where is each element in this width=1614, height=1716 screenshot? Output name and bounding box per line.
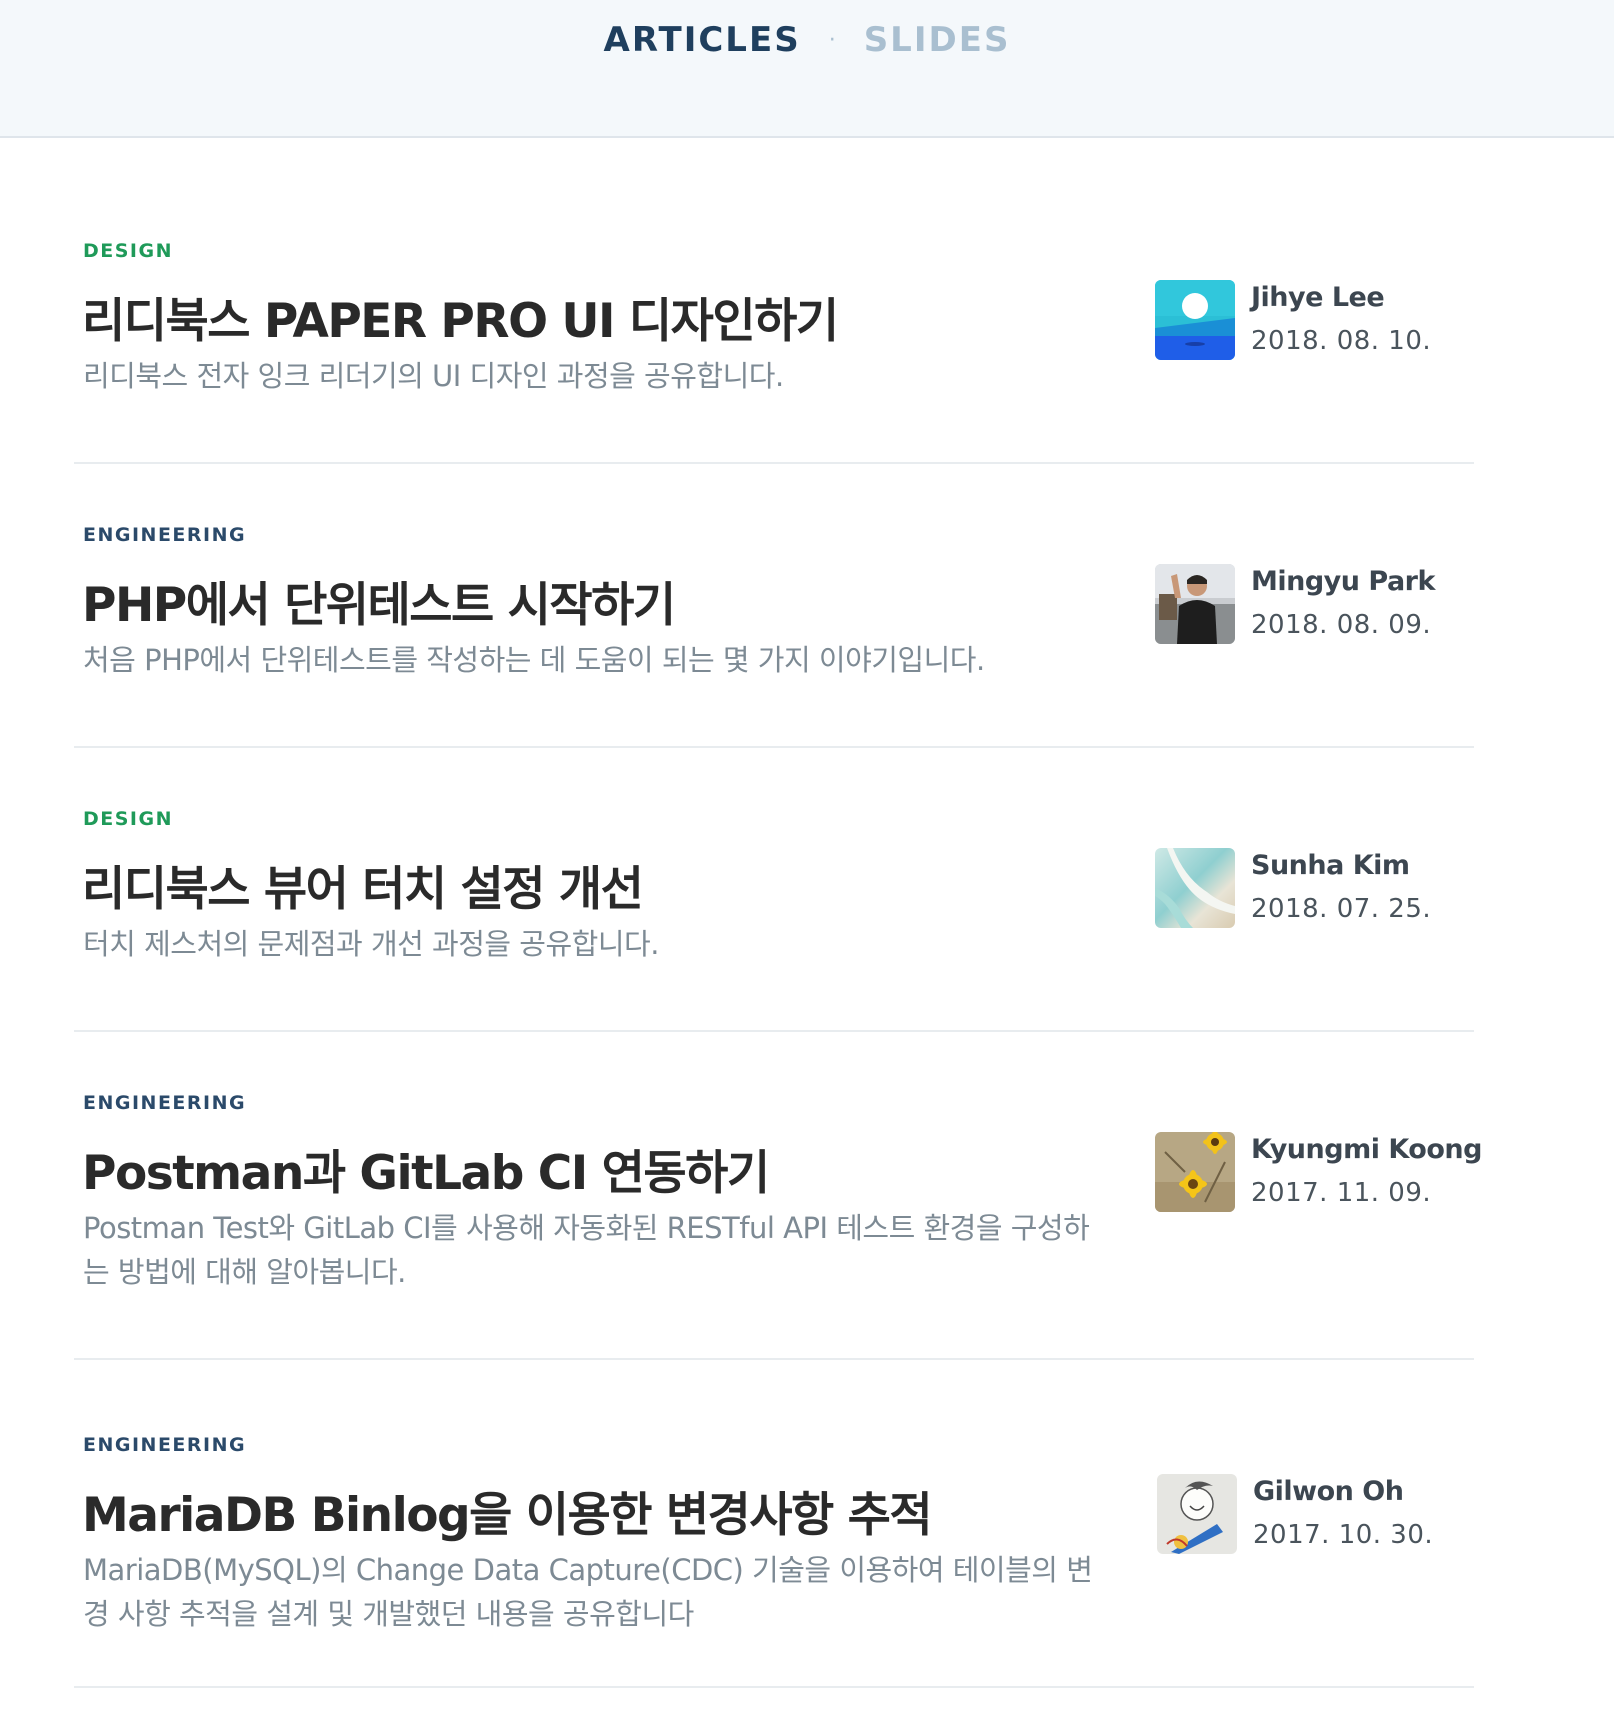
author-block: Mingyu Park 2018. 08. 09. (1155, 564, 1455, 646)
author-name[interactable]: Sunha Kim (1251, 850, 1410, 881)
article-description: 터치 제스처의 문제점과 개선 과정을 공유합니다. (83, 927, 659, 961)
author-name[interactable]: Jihye Lee (1251, 282, 1385, 313)
article-description: 리디북스 전자 잉크 리더기의 UI 디자인 과정을 공유합니다. (83, 359, 784, 393)
person-photo-avatar-icon[interactable] (1155, 564, 1235, 644)
publish-date: 2017. 11. 09. (1251, 1178, 1432, 1208)
cartoon-sketch-avatar-icon[interactable] (1157, 1474, 1237, 1554)
article-category[interactable]: ENGINEERING (83, 1434, 246, 1456)
nav-articles-link[interactable]: ARTICLES (604, 20, 801, 60)
article-description: MariaDB(MySQL)의 Change Data Capture(CDC)… (83, 1553, 1093, 1631)
article-item[interactable]: ENGINEERING MariaDB Binlog을 이용한 변경사항 추적 … (74, 1360, 1474, 1688)
article-list: DESIGN 리디북스 PAPER PRO UI 디자인하기 리디북스 전자 잉… (74, 138, 1482, 1688)
article-description: Postman Test와 GitLab CI를 사용해 자동화된 RESTfu… (83, 1211, 1090, 1289)
flower-photo-avatar-icon[interactable] (1155, 1132, 1235, 1212)
article-category[interactable]: ENGINEERING (83, 1092, 246, 1114)
author-name[interactable]: Gilwon Oh (1253, 1476, 1404, 1507)
nav-separator: · (828, 27, 836, 53)
top-navigation: ARTICLES · SLIDES (0, 0, 1614, 138)
publish-date: 2018. 08. 09. (1251, 610, 1432, 640)
article-title[interactable]: MariaDB Binlog을 이용한 변경사항 추적 (82, 1476, 933, 1545)
article-title[interactable]: PHP에서 단위테스트 시작하기 (82, 566, 676, 635)
author-block: Jihye Lee 2018. 08. 10. (1155, 280, 1455, 362)
article-description: 처음 PHP에서 단위테스트를 작성하는 데 도움이 되는 몇 가지 이야기입니… (83, 643, 985, 677)
author-block: Gilwon Oh 2017. 10. 30. (1157, 1474, 1457, 1556)
article-item[interactable]: ENGINEERING Postman과 GitLab CI 연동하기 Post… (74, 1032, 1482, 1360)
author-name[interactable]: Mingyu Park (1251, 566, 1435, 597)
article-item[interactable]: DESIGN 리디북스 PAPER PRO UI 디자인하기 리디북스 전자 잉… (74, 138, 1474, 464)
article-category[interactable]: DESIGN (83, 240, 173, 262)
article-category[interactable]: DESIGN (83, 808, 173, 830)
author-name[interactable]: Kyungmi Koong (1251, 1134, 1482, 1165)
article-title[interactable]: 리디북스 뷰어 터치 설정 개선 (82, 850, 644, 919)
beach-photo-avatar-icon[interactable] (1155, 848, 1235, 928)
landscape-illustration-avatar-icon[interactable] (1155, 280, 1235, 360)
author-block: Sunha Kim 2018. 07. 25. (1155, 848, 1455, 930)
article-item[interactable]: DESIGN 리디북스 뷰어 터치 설정 개선 터치 제스처의 문제점과 개선 … (74, 748, 1474, 1032)
publish-date: 2017. 10. 30. (1253, 1520, 1434, 1550)
publish-date: 2018. 07. 25. (1251, 894, 1432, 924)
article-title[interactable]: Postman과 GitLab CI 연동하기 (82, 1134, 770, 1203)
article-title[interactable]: 리디북스 PAPER PRO UI 디자인하기 (82, 282, 839, 351)
article-category[interactable]: ENGINEERING (83, 524, 246, 546)
publish-date: 2018. 08. 10. (1251, 326, 1432, 356)
nav-slides-link[interactable]: SLIDES (864, 20, 1011, 60)
article-item[interactable]: ENGINEERING PHP에서 단위테스트 시작하기 처음 PHP에서 단위… (74, 464, 1474, 748)
author-block: Kyungmi Koong 2017. 11. 09. (1155, 1132, 1482, 1214)
